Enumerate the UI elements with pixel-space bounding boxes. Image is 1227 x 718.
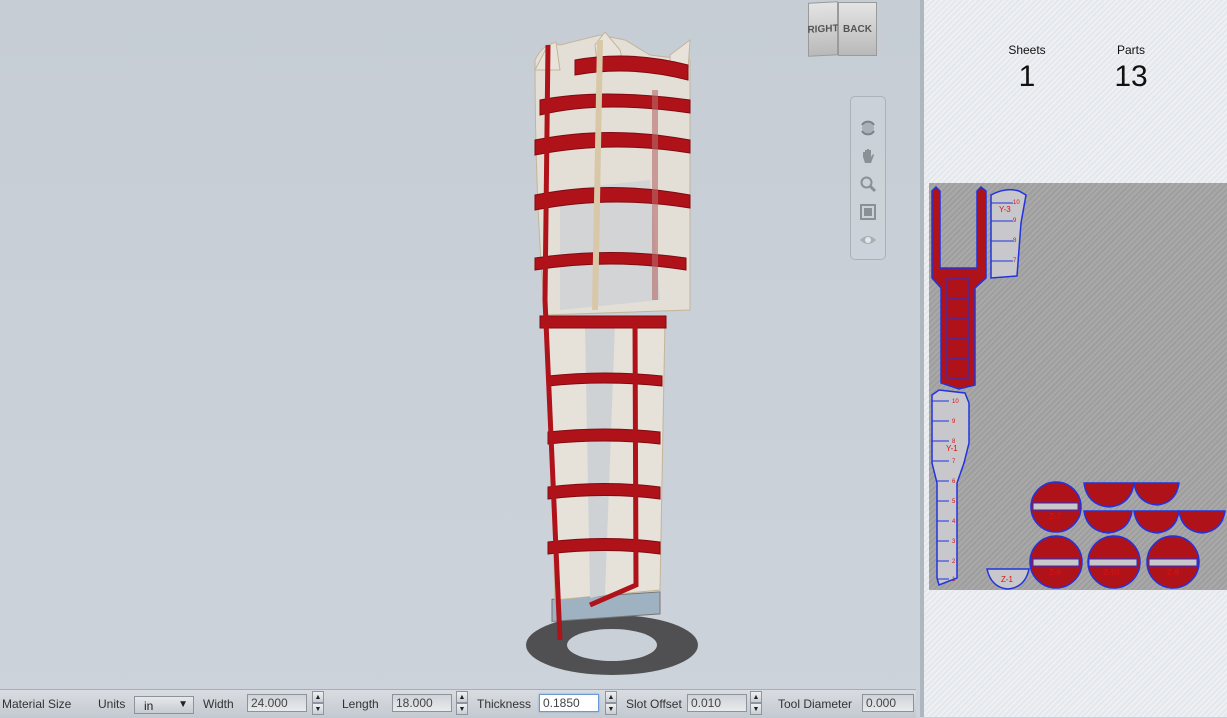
slot-offset-input[interactable] xyxy=(687,694,747,712)
width-up-icon[interactable]: ▲ xyxy=(312,691,324,703)
thickness-up-icon[interactable]: ▲ xyxy=(605,691,617,703)
sheet-layout-preview[interactable]: Y-3 10 9 8 7 Y-1 10 9 8 7 6 5 4 3 2 1 Z-… xyxy=(929,183,1227,590)
sheets-count: 1 xyxy=(1018,60,1036,93)
navigation-toolbar xyxy=(850,96,886,260)
label-y3: Y-3 xyxy=(999,205,1011,214)
tool-diameter-input[interactable] xyxy=(862,694,914,712)
length-stepper[interactable]: ▲ ▼ xyxy=(456,691,468,717)
length-input[interactable] xyxy=(392,694,452,712)
width-input[interactable] xyxy=(247,694,307,712)
slot-offset-up-icon[interactable]: ▲ xyxy=(750,691,762,703)
thickness-stepper[interactable]: ▲ ▼ xyxy=(605,691,617,717)
parts-count: 13 xyxy=(1114,60,1148,93)
svg-text:10: 10 xyxy=(1013,200,1020,206)
slot-offset-down-icon[interactable]: ▼ xyxy=(750,703,762,715)
view-cube[interactable]: RIGHT BACK xyxy=(807,1,877,57)
length-down-icon[interactable]: ▼ xyxy=(456,703,468,715)
sliced-model[interactable] xyxy=(0,0,922,689)
look-eye-icon[interactable] xyxy=(857,229,879,251)
units-value: in xyxy=(144,699,154,713)
svg-text:Z-9: Z-9 xyxy=(1049,568,1062,577)
chevron-down-icon: ▼ xyxy=(178,699,188,710)
length-label: Length xyxy=(342,697,379,711)
slot-offset-stepper[interactable]: ▲ ▼ xyxy=(750,691,762,717)
sheets-label: Sheets xyxy=(1008,43,1046,57)
length-up-icon[interactable]: ▲ xyxy=(456,691,468,703)
part-u-slot xyxy=(946,277,970,379)
material-size-label: Material Size xyxy=(2,697,72,711)
svg-text:Z-7: Z-7 xyxy=(1049,512,1062,521)
3d-viewport[interactable]: RIGHT BACK xyxy=(0,0,922,717)
width-stepper[interactable]: ▲ ▼ xyxy=(312,691,324,717)
label-y1: Y-1 xyxy=(946,444,958,453)
zoom-icon[interactable] xyxy=(857,173,879,195)
viewcube-right-face[interactable]: RIGHT xyxy=(807,1,839,57)
tool-diameter-label: Tool Diameter xyxy=(778,697,853,711)
svg-text:10: 10 xyxy=(952,399,959,405)
viewcube-right-label: RIGHT xyxy=(807,22,839,36)
label-z1: Z-1 xyxy=(1001,575,1014,584)
thickness-down-icon[interactable]: ▼ xyxy=(605,703,617,715)
viewcube-back-label: BACK xyxy=(843,23,872,35)
svg-text:Z-10: Z-10 xyxy=(1103,568,1120,577)
material-settings-bar: Material Size Units in ▼ Width ▲ ▼ Lengt… xyxy=(0,689,916,718)
parts-label: Parts xyxy=(1116,43,1145,57)
orbit-icon[interactable] xyxy=(857,117,879,139)
part-y1 xyxy=(931,389,970,586)
thickness-label: Thickness xyxy=(477,697,532,711)
width-label: Width xyxy=(203,697,234,711)
units-select[interactable]: in ▼ xyxy=(134,696,194,714)
pan-hand-icon[interactable] xyxy=(857,145,879,167)
width-down-icon[interactable]: ▼ xyxy=(312,703,324,715)
viewcube-back-face[interactable]: BACK xyxy=(838,2,877,56)
units-label: Units xyxy=(98,697,126,711)
fit-view-icon[interactable] xyxy=(857,201,879,223)
model-shadow-hole xyxy=(567,629,657,661)
thickness-input[interactable] xyxy=(539,694,599,712)
svg-text:Z-8: Z-8 xyxy=(1167,568,1180,577)
slot-offset-label: Slot Offset xyxy=(626,697,682,711)
nested-parts: Y-3 10 9 8 7 Y-1 10 9 8 7 6 5 4 3 2 1 Z-… xyxy=(931,185,1226,590)
